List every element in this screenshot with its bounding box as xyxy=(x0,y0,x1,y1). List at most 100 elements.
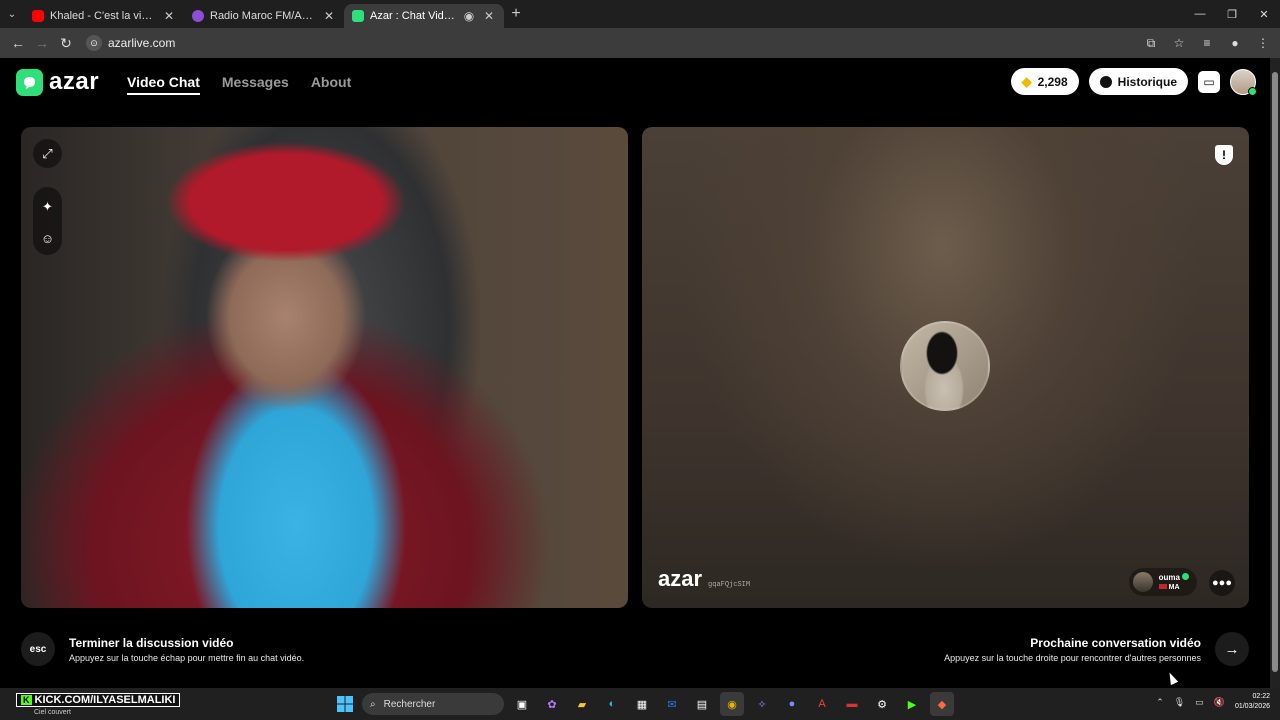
tray-chevron-icon[interactable]: ⌃ xyxy=(1156,697,1164,708)
network-icon[interactable]: ▭ xyxy=(1195,697,1204,708)
taskbar-search[interactable]: ⌕ Rechercher xyxy=(362,693,504,715)
azar-logo-icon xyxy=(16,68,43,96)
windows-start-icon[interactable] xyxy=(334,693,356,715)
azar-favicon-icon xyxy=(352,10,364,22)
face-filter-icon[interactable]: ☺ xyxy=(33,224,62,253)
watermark-logo: azar xyxy=(658,566,703,591)
reload-icon[interactable]: ↻ xyxy=(54,31,78,55)
weather-widget[interactable]: K KICK.COM/ILYASELMALIKI Ciel couvert xyxy=(16,690,181,716)
media-control-icon[interactable]: ≡ xyxy=(1196,32,1218,54)
play-app-icon[interactable]: ▶ xyxy=(900,692,924,716)
gem-icon: ◆ xyxy=(1021,73,1032,89)
next-chat-hint: Appuyez sur la touche droite pour rencon… xyxy=(944,652,1201,663)
media-app-icon[interactable]: ▤ xyxy=(690,692,714,716)
file-explorer-icon[interactable]: ▰ xyxy=(570,692,594,716)
minimize-icon[interactable]: — xyxy=(1184,0,1216,28)
expand-icon[interactable]: ⤢ xyxy=(33,139,62,168)
local-video: ⤢ ✦ ☺ xyxy=(21,127,628,608)
logo-text: azar xyxy=(49,68,100,95)
partner-photo xyxy=(900,321,990,411)
kick-logo-icon: K xyxy=(21,695,32,705)
close-tab-icon[interactable]: ✕ xyxy=(482,9,496,23)
browser-tab-3[interactable]: Azar : Chat Vidéo avec de nouvelles ◉ ✕ xyxy=(344,4,504,28)
bookmark-star-icon[interactable]: ☆ xyxy=(1168,32,1190,54)
main-nav: Video Chat Messages About xyxy=(127,74,351,95)
magic-wand-icon[interactable]: ✦ xyxy=(33,192,62,221)
kick-label: KICK.COM/ILYASELMALIKI xyxy=(34,694,176,706)
discord-icon[interactable]: ● xyxy=(780,692,804,716)
clock-time: 02:22 xyxy=(1252,693,1270,700)
install-app-icon[interactable]: ⧉ xyxy=(1140,32,1162,54)
user-avatar[interactable] xyxy=(1230,68,1257,96)
remote-watermark: azar gqaFQjcSIM xyxy=(658,566,750,592)
chrome-icon[interactable]: ◉ xyxy=(720,692,744,716)
scrollbar-thumb[interactable] xyxy=(1272,72,1278,672)
report-shield-icon[interactable]: ! xyxy=(1215,145,1233,165)
game-controller-icon[interactable]: ✧ xyxy=(750,692,774,716)
end-chat-hint: Appuyez sur la touche échap pour mettre … xyxy=(69,652,305,663)
windows-taskbar: K KICK.COM/ILYASELMALIKI Ciel couvert ⌕ R… xyxy=(0,688,1280,720)
youtube-icon xyxy=(32,10,44,22)
tab-list-button[interactable]: ⌄ xyxy=(0,0,24,28)
browser-tab-1[interactable]: Khaled - C'est la vie (Clip officiel) ✕ xyxy=(24,4,184,28)
gems-button[interactable]: ◆ 2,298 xyxy=(1010,68,1079,95)
verified-icon xyxy=(1182,572,1189,580)
clock[interactable]: 02:22 01/03/2026 xyxy=(1235,692,1270,712)
tab-title: Radio Maroc FM/AM. Écouter radio xyxy=(210,10,316,22)
copilot-icon[interactable]: ✿ xyxy=(540,692,564,716)
remote-video: ! azar gqaFQjcSIM ouma MA ●●● xyxy=(642,127,1249,608)
url-text: azarlive.com xyxy=(108,36,176,50)
browser-tab-2[interactable]: Radio Maroc FM/AM. Écouter radio ✕ xyxy=(184,4,344,28)
azar-logo[interactable]: azar xyxy=(16,68,99,96)
site-info-icon[interactable]: ⊙ xyxy=(86,35,102,51)
microphone-icon[interactable]: 🎙 xyxy=(1174,697,1185,708)
nav-about[interactable]: About xyxy=(311,74,351,95)
browser-menu-icon[interactable]: ⋮ xyxy=(1252,32,1274,54)
store-icon[interactable]: ▦ xyxy=(630,692,654,716)
task-view-icon[interactable]: ▣ xyxy=(510,692,534,716)
history-label: Historique xyxy=(1117,74,1177,89)
inbox-icon[interactable]: ▭ xyxy=(1198,70,1220,93)
edge-icon[interactable]: ◐ xyxy=(600,692,624,716)
kick-overlay: K KICK.COM/ILYASELMALIKI xyxy=(16,693,181,707)
outlook-icon[interactable]: ✉ xyxy=(660,692,684,716)
history-button[interactable]: Historique xyxy=(1088,68,1188,95)
page-scrollbar[interactable] xyxy=(1270,58,1280,688)
close-window-icon[interactable]: ✕ xyxy=(1248,0,1280,28)
maximize-icon[interactable]: ❐ xyxy=(1216,0,1248,28)
next-arrow-button[interactable]: → xyxy=(1215,632,1249,666)
radio-icon xyxy=(192,10,204,22)
esc-key-button[interactable]: esc xyxy=(21,632,55,666)
clock-icon xyxy=(1099,75,1112,88)
search-icon: ⌕ xyxy=(370,698,376,710)
volume-muted-icon[interactable]: 🔇 xyxy=(1214,697,1225,708)
end-chat-title: Terminer la discussion vidéo xyxy=(69,635,234,650)
chat-bubble-icon[interactable]: ●●● xyxy=(1209,570,1235,596)
nav-messages[interactable]: Messages xyxy=(222,74,289,95)
streaming-app-icon[interactable]: ▬ xyxy=(840,692,864,716)
system-tray: ⌃ 🎙 ▭ 🔇 02:22 01/03/2026 xyxy=(1156,692,1270,712)
new-tab-button[interactable]: + xyxy=(504,5,528,23)
settings-app-icon[interactable]: ⚙ xyxy=(870,692,894,716)
adobe-app-icon[interactable]: A xyxy=(810,692,834,716)
nav-video-chat[interactable]: Video Chat xyxy=(127,74,200,95)
recording-icon: ◉ xyxy=(463,9,475,23)
partner-name: ouma xyxy=(1158,572,1180,582)
clock-date: 01/03/2026 xyxy=(1234,703,1270,710)
end-chat-control[interactable]: esc Terminer la discussion vidéo Appuyez… xyxy=(21,632,304,666)
close-tab-icon[interactable]: ✕ xyxy=(322,9,336,23)
forward-icon[interactable]: → xyxy=(30,31,54,55)
obs-app-icon[interactable]: ◆ xyxy=(930,692,954,716)
back-icon[interactable]: ← xyxy=(6,31,30,55)
profile-icon[interactable]: ● xyxy=(1224,32,1246,54)
partner-avatar xyxy=(1132,572,1153,592)
url-field[interactable]: ⊙ azarlive.com xyxy=(86,32,1140,54)
online-status-icon xyxy=(1248,86,1257,96)
next-chat-control[interactable]: Prochaine conversation vidéo Appuyez sur… xyxy=(944,632,1249,666)
partner-badge[interactable]: ouma MA xyxy=(1128,568,1197,596)
tab-title: Khaled - C'est la vie (Clip officiel) xyxy=(50,10,156,22)
next-chat-title: Prochaine conversation vidéo xyxy=(1030,635,1201,650)
browser-tabbar: ⌄ Khaled - C'est la vie (Clip officiel) … xyxy=(0,0,1280,28)
close-tab-icon[interactable]: ✕ xyxy=(162,9,176,23)
partner-country: MA xyxy=(1168,583,1180,591)
